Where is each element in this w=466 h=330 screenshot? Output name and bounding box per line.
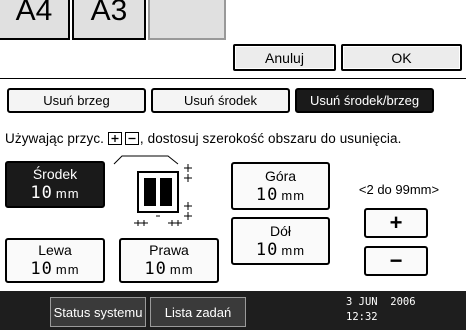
date-time-display: 3 JUN 2006 12:32 — [346, 295, 456, 325]
top-margin-button[interactable]: Góra 10 mm — [231, 162, 330, 210]
cancel-label: Anuluj — [265, 49, 304, 66]
bottom-margin-label: Dół — [269, 222, 291, 239]
right-margin-value: 10 mm — [144, 260, 193, 278]
top-margin-unit: mm — [281, 187, 306, 203]
bottom-margin-number: 10 — [255, 239, 279, 260]
system-status-label: Status systemu — [53, 304, 143, 320]
partial-button-a4[interactable]: A4 — [0, 0, 70, 40]
left-margin-value: 10 mm — [30, 260, 79, 278]
right-margin-label: Prawa — [149, 242, 189, 258]
partial-button-label: A4 — [15, 0, 53, 27]
instruction-text: Używając przyc. , dostosuj szerokość obs… — [5, 131, 401, 148]
bottom-margin-button[interactable]: Dół 10 mm — [231, 217, 330, 265]
partial-button-label: A3 — [90, 0, 128, 27]
plus-icon: + — [389, 210, 403, 235]
right-margin-button[interactable]: Prawa 10 mm — [119, 238, 219, 283]
tab-label: Usuń brzeg — [43, 93, 110, 108]
tab-usun-srodek-brzeg[interactable]: Usuń środek/brzeg — [295, 88, 434, 113]
partial-button-a3[interactable]: A3 — [72, 0, 146, 40]
center-margin-button[interactable]: Środek 10 mm — [5, 161, 105, 208]
time-text: 12:32 — [346, 311, 378, 323]
top-margin-label: Góra — [264, 167, 297, 184]
job-list-button[interactable]: Lista zadań — [150, 297, 246, 327]
bottom-margin-unit: mm — [281, 242, 306, 258]
decrease-button[interactable]: − — [364, 246, 428, 276]
center-margin-label: Środek — [32, 166, 78, 182]
minus-icon: − — [389, 248, 403, 273]
right-margin-number: 10 — [144, 259, 167, 279]
left-margin-unit: mm — [55, 262, 80, 277]
increase-button[interactable]: + — [364, 208, 428, 238]
ok-button[interactable]: OK — [341, 44, 462, 71]
arrow-keys-icon — [107, 132, 140, 148]
tab-usun-srodek[interactable]: Usuń środek — [151, 88, 290, 113]
tab-label: Usuń środek/brzeg — [309, 93, 420, 108]
center-margin-number: 10 — [30, 183, 53, 203]
partial-button-blank[interactable] — [148, 0, 226, 40]
top-margin-value: 10 mm — [256, 186, 305, 204]
tab-label: Usuń środek — [184, 93, 257, 108]
center-margin-value: 10 mm — [30, 184, 79, 202]
instruction-suffix: , dostosuj szerokość obszaru do usunięci… — [139, 131, 402, 146]
left-margin-number: 10 — [30, 259, 53, 279]
system-status-button[interactable]: Status systemu — [50, 297, 146, 327]
cancel-button[interactable]: Anuluj — [233, 44, 336, 71]
range-text: <2 do 99mm> — [358, 182, 440, 197]
status-bar: Status systemu Lista zadań 3 JUN 2006 12… — [0, 291, 466, 330]
bottom-margin-value: 10 mm — [256, 241, 305, 259]
separator-line — [0, 78, 466, 79]
ok-label: OK — [391, 49, 412, 66]
left-margin-label: Lewa — [38, 242, 72, 258]
job-list-label: Lista zadań — [164, 304, 232, 320]
center-margin-unit: mm — [55, 186, 80, 201]
left-margin-button[interactable]: Lewa 10 mm — [5, 238, 105, 283]
instruction-prefix: Używając przyc. — [5, 131, 105, 146]
date-text: 3 JUN 2006 — [346, 296, 416, 308]
erase-area-diagram-icon — [108, 150, 218, 226]
right-margin-unit: mm — [169, 262, 194, 277]
top-margin-number: 10 — [255, 184, 279, 205]
tab-usun-brzeg[interactable]: Usuń brzeg — [7, 88, 146, 113]
